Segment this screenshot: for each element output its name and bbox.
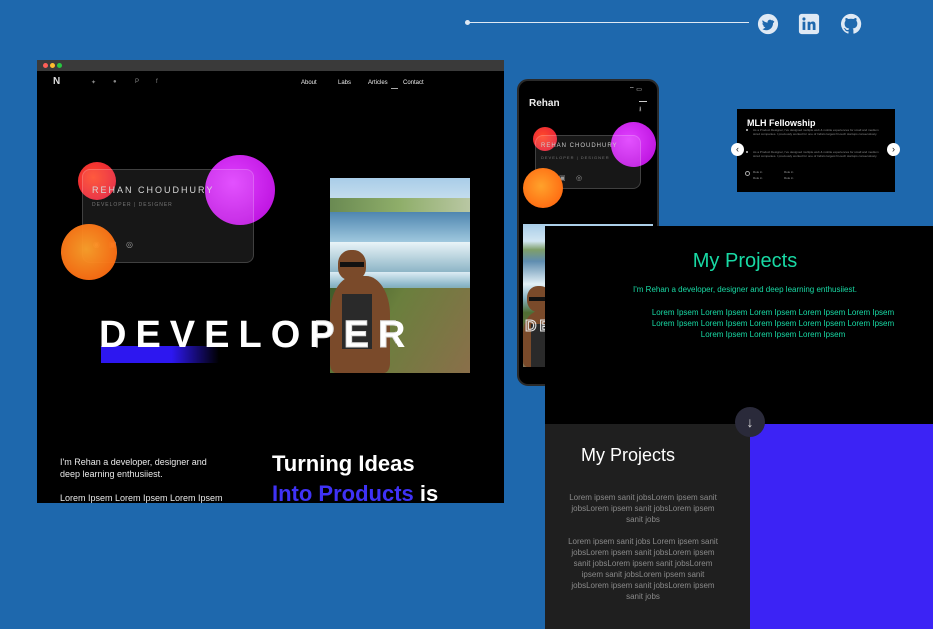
projects-para2: Lorem ipsem sanit jobs Lorem ipsem sanit… [568, 537, 718, 601]
phone-card-name: REHAN CHOUDHURY [541, 143, 618, 149]
orange-blob [61, 224, 117, 280]
twitter-icon[interactable] [757, 13, 779, 35]
phone-card-role: DEVELOPER | DESIGNER [541, 155, 610, 160]
status-icons: ⌔ ▭ [629, 87, 642, 93]
card-name: REHAN CHOUDHURY [92, 185, 215, 195]
experience-title: MLH Fellowship [747, 118, 816, 128]
experience-card: MLH Fellowship As a Product Designer, I'… [737, 109, 895, 192]
projects-section-dark: My Projects I'm Rehan a developer, desig… [545, 226, 933, 424]
projects-title: My Projects [692, 250, 798, 272]
projects-section-gray: My Projects Lorem ipsem sanit jobsLorem … [545, 424, 750, 629]
github-icon[interactable]: ◎ [576, 174, 582, 182]
meta-label: Role in [753, 176, 763, 180]
lorem-text: Lorem Ipsem Lorem Ipsem Lorem Ipsem [60, 493, 223, 503]
headline-outline: DEVELOPER [316, 314, 396, 357]
nav-about[interactable]: About [301, 80, 317, 86]
intro-text: I'm Rehan a developer, designer and deep… [60, 457, 207, 479]
tagline-end: is [419, 481, 439, 503]
projects-subtitle: I'm Rehan a developer, designer and deep… [633, 285, 857, 294]
nav-contact[interactable]: Contact [403, 80, 424, 86]
prev-arrow-icon[interactable]: ‹ [731, 143, 744, 156]
scroll-down-icon[interactable]: ↓ [735, 407, 765, 437]
card-role: DEVELOPER | DESIGNER [92, 202, 173, 208]
menu-icon[interactable] [639, 101, 647, 102]
logo[interactable]: N [53, 76, 63, 87]
phone-orange-blob [523, 168, 563, 208]
nav-labs[interactable]: Labs [338, 80, 351, 86]
maximize-dot[interactable] [57, 63, 62, 68]
meta-label: Role in [784, 170, 794, 174]
timeline-line [467, 22, 749, 23]
facebook-icon[interactable]: f [156, 79, 158, 85]
github-icon[interactable]: ● [113, 79, 117, 85]
pinterest-icon[interactable]: P [135, 79, 139, 85]
desktop-preview: N ✦ ● P f About Labs Articles Contact RE… [37, 60, 504, 503]
next-arrow-icon[interactable]: › [887, 143, 900, 156]
twitter-icon[interactable]: ✦ [91, 79, 96, 86]
phone-title: Rehan [529, 98, 560, 109]
minimize-dot[interactable] [50, 63, 55, 68]
projects-blue-panel [750, 424, 933, 629]
close-dot[interactable] [43, 63, 48, 68]
nav-underline [391, 88, 398, 89]
experience-bullet: As a Product Designer, I've designed mul… [753, 128, 879, 136]
experience-bullet: As a Product Designer, I've designed mul… [753, 150, 879, 158]
meta-icon [745, 171, 750, 176]
download-icon[interactable]: ⭳ [639, 106, 641, 113]
nav-articles[interactable]: Articles [368, 80, 388, 86]
github-icon[interactable] [840, 13, 862, 35]
linkedin-icon[interactable] [798, 13, 820, 35]
bullet-dot [746, 151, 748, 153]
github-icon[interactable]: ◎ [126, 240, 133, 249]
projects-title: My Projects [581, 445, 676, 465]
tagline-line1: Turning Ideas [272, 451, 415, 476]
projects-body: Lorem Ipsem Lorem Ipsem Lorem Ipsem Lore… [651, 308, 895, 339]
tagline-highlight: Into Products [272, 481, 414, 503]
meta-label: Role in [753, 170, 763, 174]
projects-para1: Lorem ipsem sanit jobsLorem ipsem sanit … [569, 493, 717, 524]
meta-label: Role in [784, 176, 794, 180]
headline-outline-mask: DEVELOPER [316, 314, 396, 364]
window-titlebar [37, 60, 504, 71]
bullet-dot [746, 129, 748, 131]
tagline-line2: Into Products is [272, 481, 438, 503]
